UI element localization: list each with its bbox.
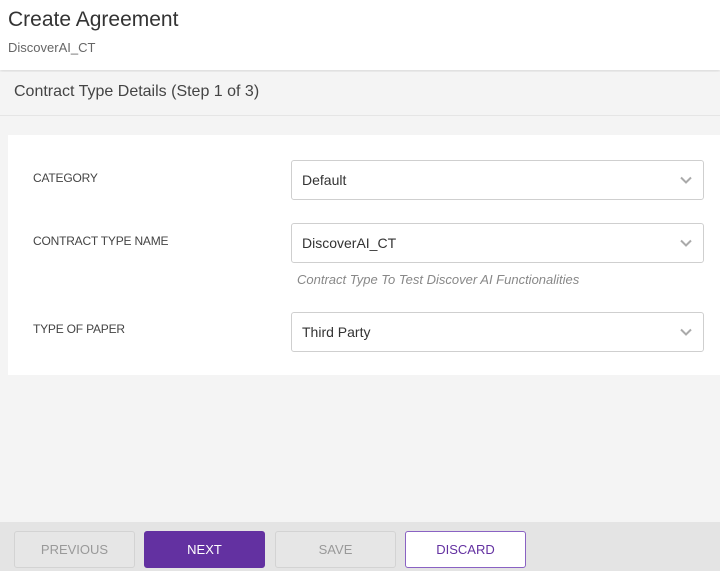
next-button[interactable]: NEXT <box>144 531 265 568</box>
contract-type-description: Contract Type To Test Discover AI Functi… <box>297 272 580 287</box>
chevron-down-icon <box>680 176 692 184</box>
contract-type-name-label: CONTRACT TYPE NAME <box>33 234 169 248</box>
type-of-paper-label: TYPE OF PAPER <box>33 322 125 336</box>
category-select[interactable]: Default <box>291 160 704 200</box>
chevron-down-icon <box>680 328 692 336</box>
discard-button[interactable]: DISCARD <box>405 531 526 568</box>
previous-button[interactable]: PREVIOUS <box>14 531 135 568</box>
contract-type-name-select[interactable]: DiscoverAI_CT <box>291 223 704 263</box>
category-label: CATEGORY <box>33 171 98 185</box>
category-value: Default <box>302 172 347 188</box>
contract-type-name-value: DiscoverAI_CT <box>302 235 397 251</box>
page-title: Create Agreement <box>8 8 179 31</box>
type-of-paper-value: Third Party <box>302 324 371 340</box>
save-button[interactable]: SAVE <box>275 531 396 568</box>
page-subtitle: DiscoverAI_CT <box>8 40 96 55</box>
type-of-paper-select[interactable]: Third Party <box>291 312 704 352</box>
chevron-down-icon <box>680 239 692 247</box>
footer-actions: PREVIOUS NEXT SAVE DISCARD <box>0 522 720 571</box>
form-card: CATEGORY Default CONTRACT TYPE NAME Disc… <box>8 135 720 375</box>
page-header: Create Agreement DiscoverAI_CT <box>0 0 720 70</box>
step-title: Contract Type Details (Step 1 of 3) <box>14 83 260 100</box>
step-header: Contract Type Details (Step 1 of 3) <box>0 72 720 116</box>
